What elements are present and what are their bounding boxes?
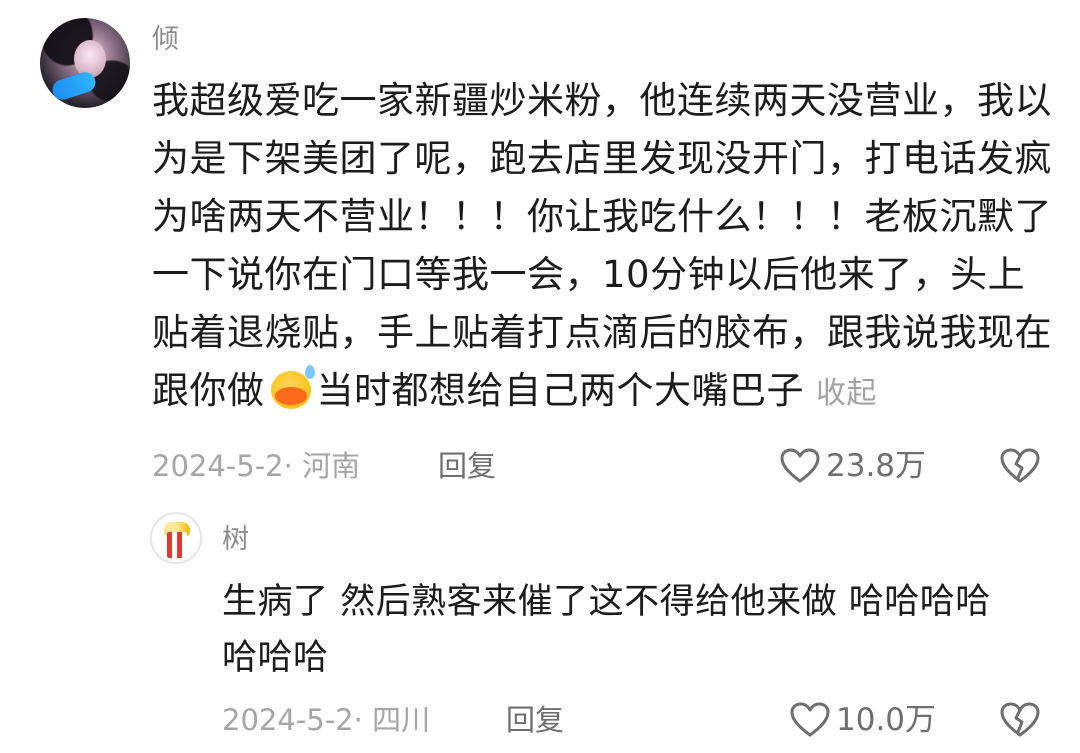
comment-line: 为是下架美团了呢，跑去店里发现没开门，打电话发疯 xyxy=(152,137,1052,180)
duck-sweat-emoji xyxy=(269,365,315,411)
comment-text: 我超级爱吃一家新疆炒米粉，他连续两天没营业，我以 为是下架美团了呢，跑去店里发现… xyxy=(152,72,1052,423)
comment-line: 我超级爱吃一家新疆炒米粉，他连续两天没营业，我以 xyxy=(152,79,1052,122)
reply-text: 生病了 然后熟客来催了这不得给他来做 哈哈哈哈 哈哈哈 xyxy=(222,574,1042,686)
reply-avatar[interactable] xyxy=(150,512,202,564)
username[interactable]: 倾 xyxy=(152,20,179,60)
popcorn-box xyxy=(167,532,187,558)
broken-heart-icon xyxy=(1000,448,1040,484)
reply-button[interactable]: 回复 xyxy=(438,444,496,488)
reply-reply-button[interactable]: 回复 xyxy=(506,698,564,742)
like-button[interactable]: 23.8万 xyxy=(780,444,926,488)
date-location: 2024-5-2· 河南 xyxy=(152,449,361,483)
collapse-button[interactable]: 收起 xyxy=(816,376,877,411)
like-count: 23.8万 xyxy=(826,448,927,484)
dislike-button[interactable] xyxy=(1000,444,1040,488)
main-comment: 倾 我超级爱吃一家新疆炒米粉，他连续两天没营业，我以 为是下架美团了呢，跑去店里… xyxy=(0,0,1080,500)
reply-username[interactable]: 树 xyxy=(222,520,249,560)
comment-line: 贴着退烧贴，手上贴着打点滴后的胶布，跟我说我现在 xyxy=(152,311,1052,354)
comment-line: 为啥两天不营业！！！你让我吃什么！！！老板沉默了 xyxy=(152,195,1052,238)
reply-like-count: 10.0万 xyxy=(836,702,937,738)
heart-outline-icon xyxy=(790,702,830,738)
comment-text-after-emoji: 当时都想给自己两个大嘴巴子 xyxy=(316,369,804,412)
reply-dislike-button[interactable] xyxy=(1000,698,1040,742)
heart-outline-icon xyxy=(780,448,820,484)
comment-text-before-emoji: 跟你做 xyxy=(152,369,265,412)
reply-date-location: 2024-5-2· 四川 xyxy=(222,703,431,737)
broken-heart-icon xyxy=(1000,702,1040,738)
avatar[interactable] xyxy=(40,18,130,108)
comment-line-last: 跟你做 当时都想给自己两个大嘴巴子 收起 xyxy=(152,362,1052,423)
comment-line: 一下说你在门口等我一会，10分钟以后他来了，头上 xyxy=(152,253,1026,296)
reply-line: 哈哈哈 xyxy=(222,638,329,678)
reply-meta: 2024-5-2· 四川 回复 10.0万 xyxy=(222,698,1052,742)
reply-like-button[interactable]: 10.0万 xyxy=(790,698,936,742)
reply-line: 生病了 然后熟客来催了这不得给他来做 哈哈哈哈 xyxy=(222,582,991,622)
comment-meta: 2024-5-2· 河南 回复 23.8万 xyxy=(152,444,1052,488)
